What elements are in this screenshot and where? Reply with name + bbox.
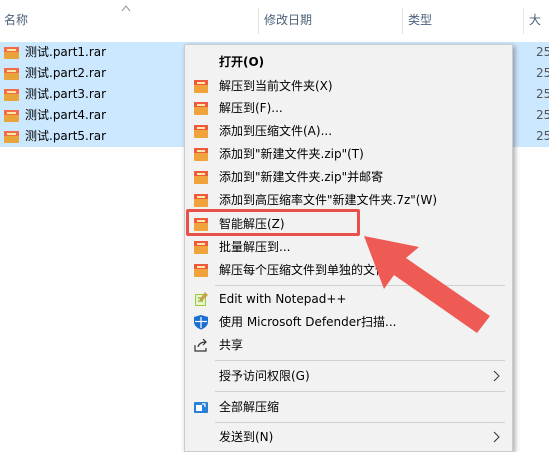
bandizip-icon <box>194 264 208 277</box>
column-size[interactable]: 大小 <box>525 0 549 67</box>
bandizip-icon <box>194 80 208 93</box>
rar-archive-icon <box>4 131 19 143</box>
menu-item-open[interactable]: 打开(O) <box>185 51 512 73</box>
menu-item-label: 添加到"新建文件夹.zip"并邮寄 <box>219 170 384 184</box>
menu-item-grant-access[interactable]: 授予访问权限(G) <box>185 365 512 387</box>
menu-item-label: 打开(O) <box>219 55 265 69</box>
menu-item-add-archive[interactable]: 添加到压缩文件(A)... <box>185 120 512 142</box>
file-name: 测试.part3.rar <box>25 87 107 101</box>
menu-item-label: 添加到高压缩率文件"新建文件夹.7z"(W) <box>219 193 438 207</box>
rar-archive-icon <box>4 68 19 80</box>
menu-item-notepad[interactable]: Edit with Notepad++ <box>185 288 512 310</box>
column-type[interactable]: 类型 <box>404 0 432 40</box>
rar-archive-icon <box>4 110 19 122</box>
menu-separator <box>215 391 505 392</box>
rar-archive-icon <box>4 89 19 101</box>
bandizip-icon <box>194 241 208 254</box>
bandizip-icon <box>194 148 208 161</box>
column-header-bar: 名称 修改日期 类型 大小 <box>0 0 549 67</box>
file-size: 25 <box>536 108 549 122</box>
menu-item-label: 发送到(N) <box>219 430 274 444</box>
file-size: 25 <box>536 45 549 59</box>
menu-item-label: 解压到(F)... <box>219 101 283 115</box>
bandizip-icon <box>194 171 208 184</box>
menu-separator <box>215 285 505 286</box>
menu-item-label: 批量解压到... <box>219 240 291 254</box>
submenu-arrow-icon <box>493 431 500 443</box>
menu-item-label: 全部解压缩 <box>219 400 280 414</box>
sort-up-icon <box>121 5 131 12</box>
file-name: 测试.part4.rar <box>25 108 107 122</box>
defender-shield-icon <box>194 315 208 330</box>
menu-item-label: 解压到当前文件夹(X) <box>219 79 333 93</box>
menu-item-batch-extract[interactable]: 批量解压到... <box>185 236 512 258</box>
column-divider[interactable] <box>523 8 524 34</box>
extract-all-icon <box>194 402 208 413</box>
menu-item-extract-all[interactable]: 全部解压缩 <box>185 396 512 418</box>
notepad-plus-plus-icon <box>195 292 208 306</box>
menu-item-label: 解压每个压缩文件到单独的文件夹 <box>219 263 400 277</box>
context-menu: 打开(O) 解压到当前文件夹(X) 解压到(F)... 添加到压缩文件(A)..… <box>184 44 513 452</box>
menu-separator <box>215 360 505 361</box>
menu-item-extract-each[interactable]: 解压每个压缩文件到单独的文件夹 <box>185 259 512 281</box>
column-divider[interactable] <box>258 8 259 34</box>
file-name: 测试.part5.rar <box>25 129 107 143</box>
column-divider[interactable] <box>402 8 403 34</box>
menu-item-label: 添加到"新建文件夹.zip"(T) <box>219 147 364 161</box>
bandizip-icon <box>194 102 208 115</box>
file-size: 25 <box>536 129 549 143</box>
menu-item-extract-to[interactable]: 解压到(F)... <box>185 97 512 119</box>
menu-item-add-7z[interactable]: 添加到高压缩率文件"新建文件夹.7z"(W) <box>185 189 512 211</box>
share-icon <box>194 338 207 352</box>
column-name[interactable]: 名称 <box>0 0 28 40</box>
menu-item-label: Edit with Notepad++ <box>219 292 347 306</box>
file-name: 测试.part2.rar <box>25 66 107 80</box>
menu-item-defender[interactable]: 使用 Microsoft Defender扫描... <box>185 311 512 333</box>
column-modified[interactable]: 修改日期 <box>260 0 312 40</box>
menu-item-label: 添加到压缩文件(A)... <box>219 124 333 138</box>
menu-item-add-zip-mail[interactable]: 添加到"新建文件夹.zip"并邮寄 <box>185 166 512 188</box>
menu-item-extract-here[interactable]: 解压到当前文件夹(X) <box>185 75 512 97</box>
file-name: 测试.part1.rar <box>25 45 107 59</box>
menu-separator <box>215 422 505 423</box>
menu-item-label: 使用 Microsoft Defender扫描... <box>219 315 397 329</box>
highlight-box <box>186 209 360 236</box>
menu-item-share[interactable]: 共享 <box>185 334 512 356</box>
menu-item-add-zip[interactable]: 添加到"新建文件夹.zip"(T) <box>185 143 512 165</box>
rar-archive-icon <box>4 47 19 59</box>
file-size: 25 <box>536 87 549 101</box>
menu-item-label: 共享 <box>219 338 244 352</box>
bandizip-icon <box>194 125 208 138</box>
menu-item-label: 授予访问权限(G) <box>219 369 310 383</box>
file-size: 25 <box>536 66 549 80</box>
bandizip-icon <box>194 194 208 207</box>
submenu-arrow-icon <box>493 370 500 382</box>
menu-item-send-to[interactable]: 发送到(N) <box>185 426 512 448</box>
